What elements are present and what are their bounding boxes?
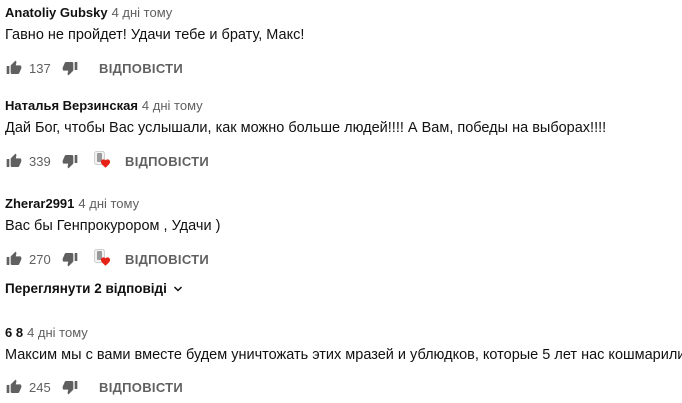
comment-toolbar: 137 ВІДПОВІСТИ — [5, 56, 183, 80]
comment-toolbar: 339 ВІДПОВІСТИ — [5, 149, 209, 173]
like-button[interactable] — [5, 152, 23, 170]
thumb-down-icon — [62, 155, 78, 169]
thumb-down-icon — [62, 253, 78, 267]
heart-icon — [100, 159, 111, 168]
creator-heart-icon — [93, 151, 113, 171]
like-count: 245 — [29, 379, 51, 395]
thumb-down-icon — [62, 62, 78, 76]
reply-button[interactable]: ВІДПОВІСТИ — [125, 252, 209, 267]
comment-4: 6 8 4 дні тому Максим мы с вами вместе бу… — [5, 324, 682, 395]
like-button[interactable] — [5, 59, 23, 77]
view-replies-label: Переглянути 2 відповіді — [5, 281, 167, 296]
comment-time[interactable]: 4 дні тому — [112, 5, 173, 20]
view-replies-button[interactable]: Переглянути 2 відповіді — [5, 279, 184, 299]
comment-3: Zherar2991 4 дні тому Вас бы Генпрокуроро… — [5, 195, 682, 267]
dislike-button[interactable] — [61, 250, 79, 268]
comment-2: Наталья Верзинская 4 дні тому Дай Бог, чт… — [5, 97, 682, 169]
like-button[interactable] — [5, 250, 23, 268]
comment-author[interactable]: 6 8 — [5, 325, 23, 340]
comment-toolbar: 270 ВІДПОВІСТИ — [5, 247, 209, 271]
comment-time[interactable]: 4 дні тому — [142, 98, 203, 113]
comment-toolbar: 245 ВІДПОВІСТИ — [5, 375, 183, 399]
thumb-up-icon — [6, 251, 22, 265]
thumb-up-icon — [6, 379, 22, 393]
like-button[interactable] — [5, 378, 23, 396]
comment-time[interactable]: 4 дні тому — [78, 196, 139, 211]
heart-icon — [100, 257, 111, 266]
thumb-down-icon — [62, 381, 78, 395]
like-count: 339 — [29, 153, 51, 169]
comment-header: 6 8 4 дні тому — [5, 324, 682, 342]
dislike-button[interactable] — [61, 378, 79, 396]
comment-author[interactable]: Zherar2991 — [5, 196, 74, 211]
reply-button[interactable]: ВІДПОВІСТИ — [99, 61, 183, 76]
dislike-button[interactable] — [61, 59, 79, 77]
reply-button[interactable]: ВІДПОВІСТИ — [125, 154, 209, 169]
thumb-up-icon — [6, 153, 22, 167]
comment-header: Zherar2991 4 дні тому — [5, 195, 682, 213]
like-count: 270 — [29, 251, 51, 267]
comment-author[interactable]: Наталья Верзинская — [5, 98, 138, 113]
comment-header: Anatoliy Gubsky 4 дні тому — [5, 4, 682, 22]
comment-time[interactable]: 4 дні тому — [27, 325, 88, 340]
thumb-up-icon — [6, 60, 22, 74]
comment-text: Максим мы с вами вместе будем уничтожать… — [5, 347, 682, 363]
reply-button[interactable]: ВІДПОВІСТИ — [99, 380, 183, 395]
creator-heart-icon — [93, 249, 113, 269]
chevron-down-icon — [173, 286, 182, 292]
comment-1: Anatoliy Gubsky 4 дні тому Гавно не пройд… — [5, 4, 682, 76]
dislike-button[interactable] — [61, 152, 79, 170]
comment-text: Вас бы Генпрокурором , Удачи ) — [5, 218, 221, 234]
comment-author[interactable]: Anatoliy Gubsky — [5, 5, 108, 20]
comment-text: Гавно не пройдет! Удачи тебе и брату, Ма… — [5, 27, 305, 43]
comment-text: Дай Бог, чтобы Вас услышали, как можно б… — [5, 120, 607, 136]
like-count: 137 — [29, 60, 51, 76]
comment-header: Наталья Верзинская 4 дні тому — [5, 97, 682, 115]
